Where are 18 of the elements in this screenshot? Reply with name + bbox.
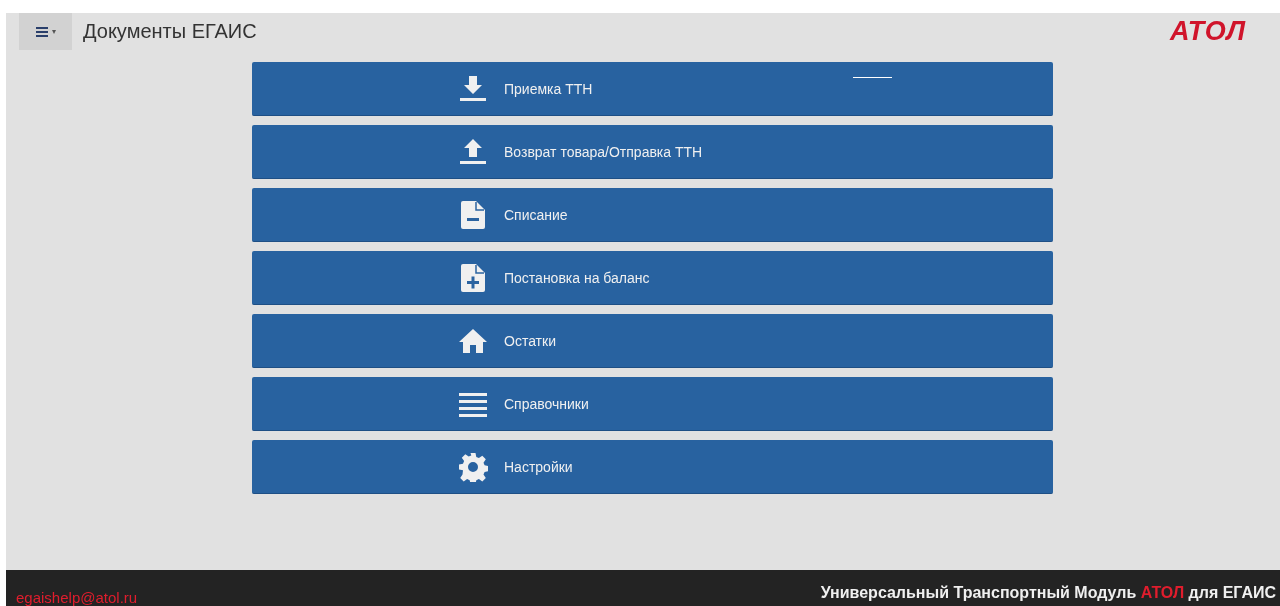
- document-plus-icon: [458, 262, 488, 293]
- gear-icon: [458, 451, 488, 482]
- menu-item[interactable]: Возврат товара/Отправка ТТН: [252, 125, 1053, 179]
- menu-icon: [35, 26, 48, 37]
- menu-button[interactable]: ▾: [19, 13, 72, 50]
- menu-item[interactable]: Остатки: [252, 314, 1053, 368]
- download-icon: [458, 73, 488, 104]
- menu-item[interactable]: Настройки: [252, 440, 1053, 494]
- document-minus-icon: [458, 199, 488, 230]
- logo: АТОЛ: [1169, 16, 1246, 47]
- menu-item[interactable]: Справочники: [252, 377, 1053, 431]
- upload-icon: [458, 136, 488, 167]
- page-title: Документы ЕГАИС: [83, 20, 258, 43]
- footer-title: Универсальный Транспортный Модуль АТОЛ для ЕГАИС: [820, 584, 1276, 603]
- email-link[interactable]: egaishelp@atol.ru: [16, 589, 138, 606]
- menu-item[interactable]: Списание: [252, 188, 1053, 242]
- menu-item[interactable]: Приемка ТТН: [252, 62, 1053, 116]
- menu-item[interactable]: Постановка на баланс: [252, 251, 1053, 305]
